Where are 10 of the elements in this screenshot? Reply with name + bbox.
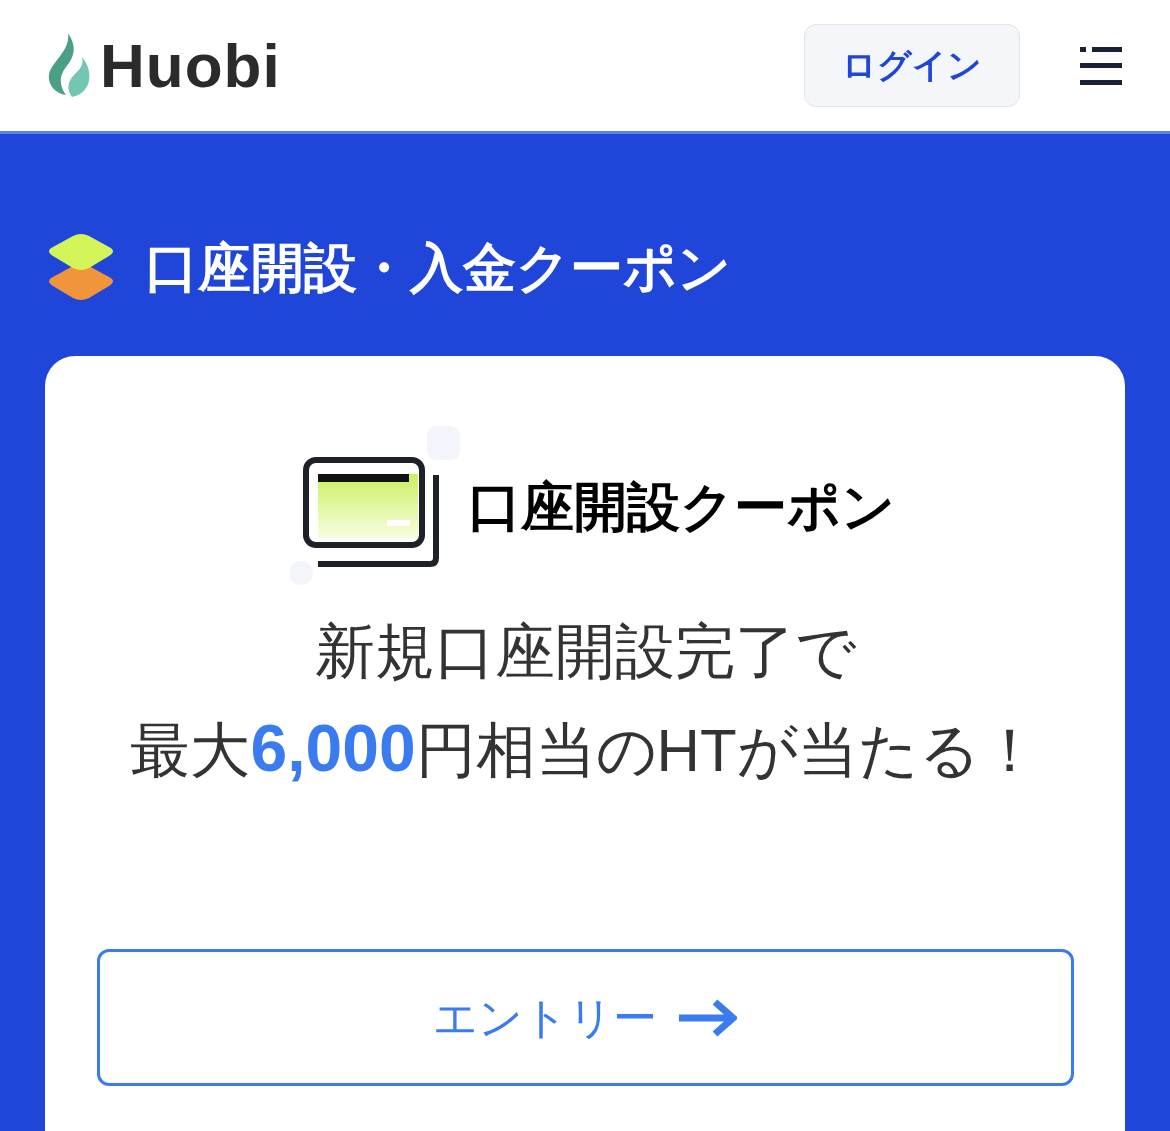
section-title: 口座開設・入金クーポン — [145, 240, 731, 294]
coupon-title: 口座開設クーポン — [467, 479, 895, 533]
entry-button[interactable]: エントリー — [96, 949, 1074, 1086]
coupon-description: 新規口座開設完了で 最大6,000円相当のHTが当たる！ — [130, 617, 1040, 787]
flame-logo-icon — [46, 32, 92, 99]
logo-wordmark: Huobi — [100, 34, 281, 97]
card-icon — [289, 426, 462, 586]
login-button[interactable]: ログイン — [804, 24, 1020, 107]
arrow-right-icon — [679, 998, 737, 1037]
menu-icon[interactable] — [1080, 46, 1122, 85]
